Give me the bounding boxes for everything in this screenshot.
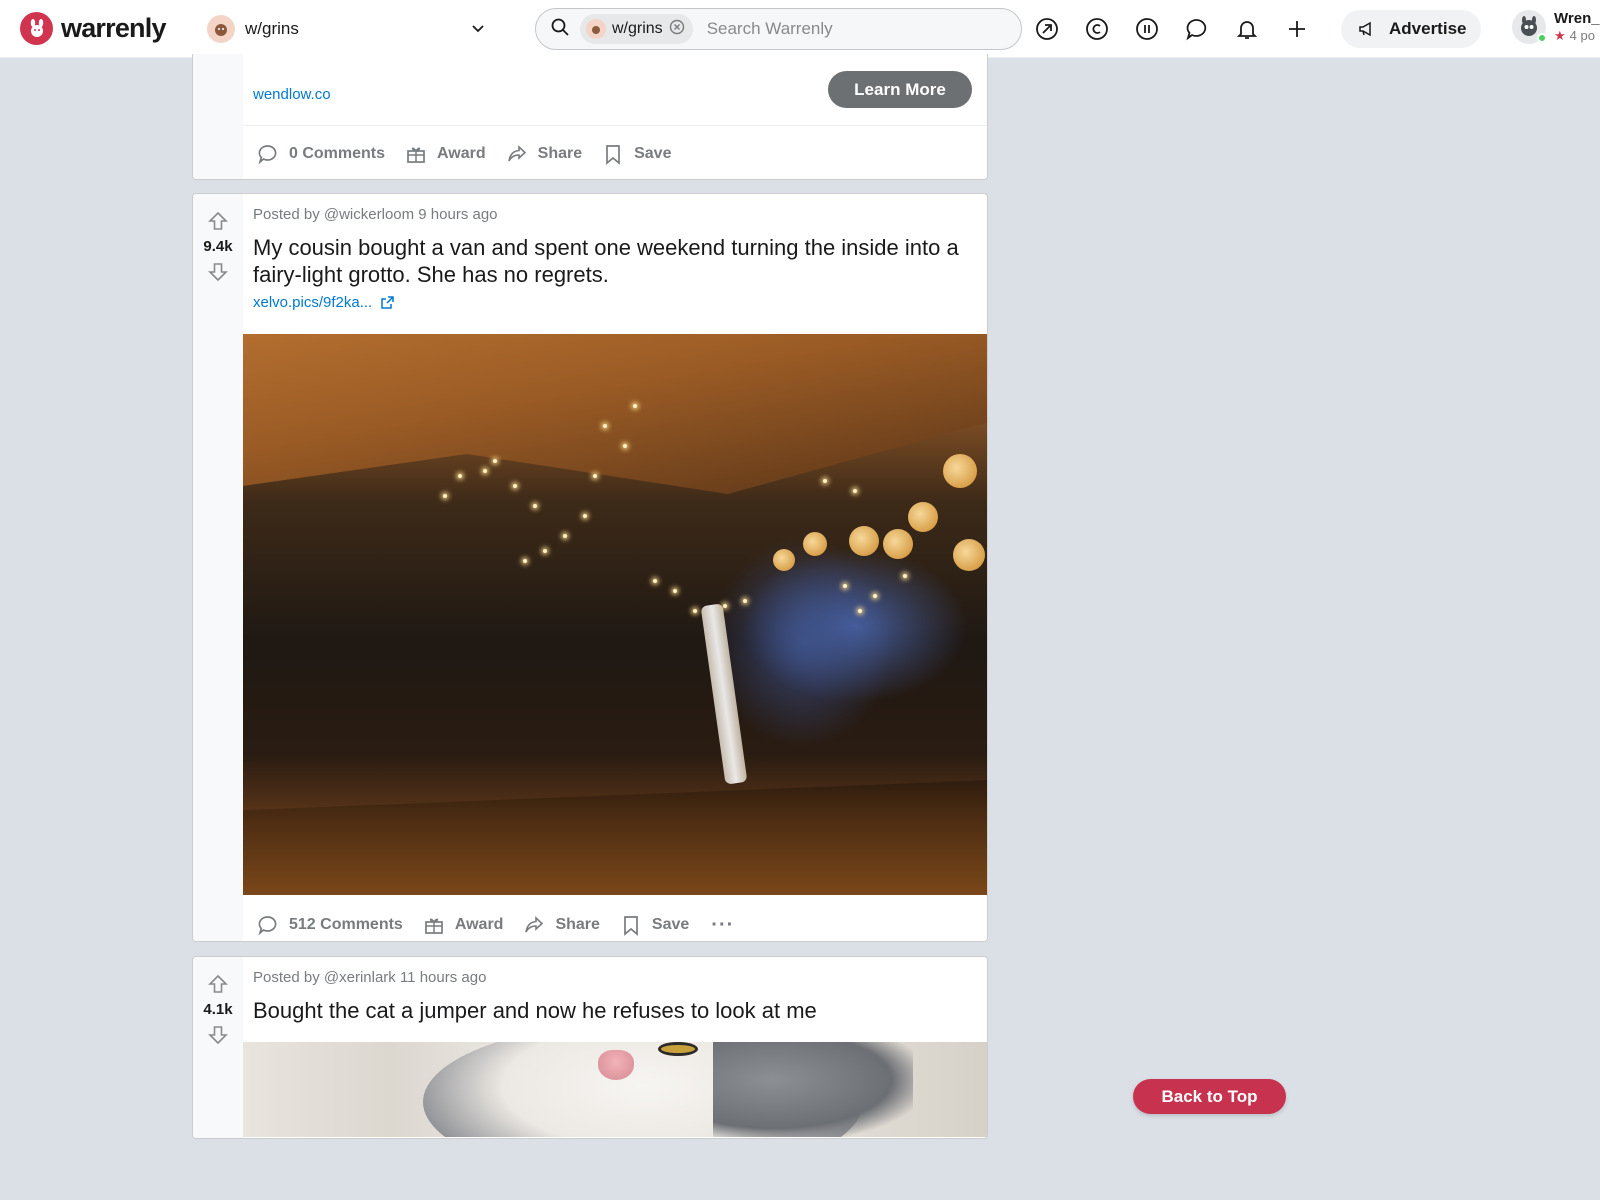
ad-action-bar: 0 Comments Award Share Save (255, 134, 681, 174)
vote-count: 9.4k (203, 238, 233, 255)
logo-mark-icon (20, 12, 53, 45)
post-title[interactable]: My cousin bought a van and spent one wee… (253, 234, 967, 288)
vote-column (193, 54, 243, 179)
downvote-icon[interactable] (207, 1024, 229, 1046)
bookmark-icon (602, 143, 624, 165)
create-post-icon[interactable] (1284, 16, 1310, 42)
share-label: Share (537, 145, 583, 162)
save-button[interactable]: Save (592, 134, 681, 174)
post-card[interactable]: 9.4k Posted by @wickerloom 9 hours ago M… (192, 193, 988, 942)
share-label: Share (555, 916, 600, 933)
advertise-button[interactable]: Advertise (1341, 10, 1481, 48)
comments-label: 0 Comments (289, 145, 386, 162)
vote-controls: 9.4k (193, 210, 243, 283)
megaphone-icon (1357, 19, 1377, 39)
external-link-icon (380, 295, 395, 310)
community-avatar-icon (207, 15, 235, 43)
post-action-bar: 512 Comments Award Share Save ··· (255, 905, 746, 941)
comments-button[interactable]: 0 Comments (255, 134, 395, 174)
user-name: Wren_ (1554, 10, 1600, 27)
save-button[interactable]: Save (610, 905, 699, 941)
more-options-button[interactable]: ··· (699, 914, 746, 937)
comments-button[interactable]: 512 Comments (255, 905, 413, 941)
share-icon (523, 914, 545, 936)
vote-column (193, 194, 243, 941)
notifications-icon[interactable] (1234, 16, 1260, 42)
online-status-dot (1537, 33, 1547, 43)
user-karma: ★ 4 po (1554, 28, 1600, 44)
comments-label: 512 Comments (289, 916, 403, 933)
user-menu[interactable]: Wren_ ★ 4 po (1512, 10, 1600, 44)
award-label: Award (437, 145, 486, 162)
coins-icon[interactable] (1084, 16, 1110, 42)
share-button[interactable]: Share (496, 134, 592, 174)
award-button[interactable]: Award (395, 134, 496, 174)
back-to-top-button[interactable]: Back to Top (1133, 1079, 1286, 1114)
top-header: warrenly w/grins w/grins Search Warrenly… (0, 0, 1600, 58)
popular-icon[interactable] (1034, 16, 1060, 42)
advertise-label: Advertise (1389, 19, 1467, 38)
post-meta: Posted by @xerinlark 11 hours ago (253, 969, 487, 986)
ad-domain-link[interactable]: wendlow.co (253, 86, 331, 103)
downvote-icon[interactable] (207, 261, 229, 283)
award-label: Award (454, 916, 504, 933)
community-name: w/grins (245, 19, 299, 38)
logo-text: warrenly (61, 13, 166, 43)
save-label: Save (651, 916, 690, 933)
karma-value: 4 po (1569, 28, 1595, 43)
chip-community-icon (586, 19, 606, 39)
search-community-chip[interactable]: w/grins (580, 14, 693, 44)
award-button[interactable]: Award (413, 905, 514, 941)
search-input[interactable] (706, 19, 987, 39)
post-title[interactable]: Bought the cat a jumper and now he refus… (253, 997, 967, 1024)
chip-label: w/grins (612, 20, 663, 37)
promoted-post-card: wendlow.co Learn More 0 Comments Award S… (192, 54, 988, 180)
comment-icon (257, 143, 279, 165)
gift-icon (405, 143, 427, 165)
karma-star-icon: ★ (1554, 28, 1566, 43)
site-logo[interactable]: warrenly (20, 12, 166, 45)
upvote-icon[interactable] (207, 210, 229, 232)
community-switcher[interactable]: w/grins (207, 12, 497, 46)
post-image[interactable] (243, 334, 987, 895)
vote-count: 4.1k (203, 1001, 233, 1018)
bookmark-icon (620, 914, 642, 936)
search-bar[interactable]: w/grins (535, 8, 1022, 50)
share-icon (506, 143, 528, 165)
vote-controls: 4.1k (193, 973, 243, 1046)
chevron-down-icon (469, 19, 487, 42)
post-card[interactable]: 4.1k Posted by @xerinlark 11 hours ago B… (192, 956, 988, 1139)
chat-icon[interactable] (1184, 16, 1210, 42)
upvote-icon[interactable] (207, 973, 229, 995)
post-meta: Posted by @wickerloom 9 hours ago (253, 206, 498, 223)
gift-icon (423, 914, 445, 936)
comment-icon (257, 914, 279, 936)
save-label: Save (634, 145, 672, 162)
card-divider (243, 125, 987, 126)
premium-icon[interactable] (1134, 16, 1160, 42)
share-button[interactable]: Share (513, 905, 609, 941)
post-link[interactable]: xelvo.pics/9f2ka... (253, 294, 395, 311)
learn-more-button[interactable]: Learn More (828, 71, 972, 108)
user-avatar (1512, 10, 1547, 44)
post-link-text: xelvo.pics/9f2ka... (253, 294, 373, 311)
search-icon (550, 17, 570, 42)
post-image[interactable] (243, 1042, 987, 1137)
clear-chip-icon[interactable] (669, 19, 685, 40)
